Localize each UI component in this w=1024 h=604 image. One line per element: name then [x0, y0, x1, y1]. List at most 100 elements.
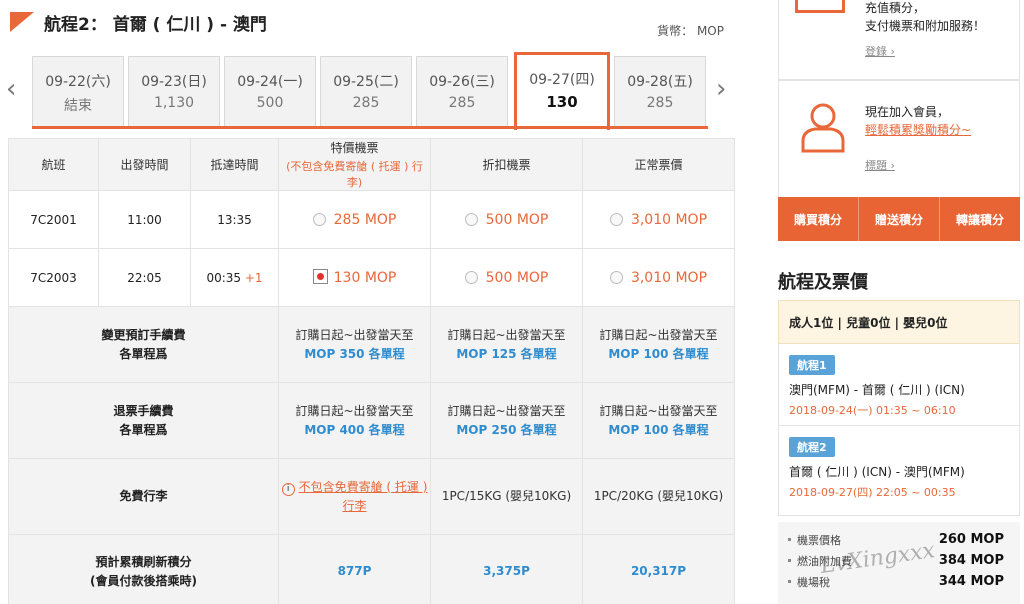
- date-underline: [32, 126, 708, 129]
- normal-fare-option[interactable]: 3,010 MOP: [582, 248, 735, 307]
- leg-time: 2018-09-24(一) 01:35 ~ 06:10: [789, 404, 956, 417]
- points-row: 預計累積刷新積分 (會員付款後搭乘時) 877P 3,375P 20,317P: [8, 534, 735, 604]
- buy-points-button[interactable]: 購買積分: [778, 197, 859, 241]
- member-title-link-label[interactable]: 標題: [865, 159, 887, 172]
- chevron-right-icon[interactable]: ›: [716, 76, 726, 102]
- refund-fee-discount: 訂購日起~出發當天至 MOP 250 各單程: [430, 382, 583, 459]
- date-selector: ‹ 09-22(六) 結束 09-23(日) 1,130 09-24(一) 50…: [0, 52, 742, 130]
- points-label-1: 預計累積刷新積分: [95, 554, 192, 569]
- date-label: 09-24(一): [237, 74, 303, 90]
- radio-button[interactable]: [609, 270, 623, 284]
- date-price: 285: [352, 95, 380, 111]
- change-fee-label: 變更預訂手續費 各單程爲: [8, 306, 279, 383]
- date-tab-0925[interactable]: 09-25(二) 285: [320, 56, 412, 128]
- passenger-count: 成人1位 | 兒童0位 | 嬰兒0位: [778, 300, 1020, 344]
- price-line: 機場稅 344 MOP: [788, 574, 1006, 595]
- date-price: 500: [256, 95, 284, 111]
- member-title-link[interactable]: 標題 ›: [865, 157, 895, 173]
- leg-route: 首爾 ( 仁川 ) (ICN) - 澳門(MFM): [789, 465, 965, 479]
- change-fee-label-1: 變更預訂手續費: [101, 327, 186, 342]
- points-label: 預計累積刷新積分 (會員付款後搭乘時): [8, 534, 279, 604]
- leg-2-summary: 航程2 首爾 ( 仁川 ) (ICN) - 澳門(MFM) 2018-09-27…: [778, 426, 1020, 516]
- gift-points-button[interactable]: 贈送積分: [859, 197, 940, 241]
- baggage-warning-text[interactable]: 不包含免費寄艙 ( 托運 ): [299, 480, 428, 494]
- fee-period: 訂購日起~出發當天至: [295, 327, 414, 342]
- leg-route: 澳門(MFM) - 首爾 ( 仁川 ) (ICN): [789, 383, 965, 397]
- points-label-2: (會員付款後搭乘時): [90, 573, 197, 588]
- date-label: 09-22(六): [45, 74, 111, 90]
- baggage-special[interactable]: i 不包含免費寄艙 ( 托運 ) 行李: [278, 458, 431, 535]
- fare-value: 130 MOP: [333, 270, 397, 286]
- fee-period: 訂購日起~出發當天至: [599, 327, 718, 342]
- leg-badge: 航程2: [789, 437, 835, 457]
- price-amount: 260 MOP: [938, 532, 1004, 547]
- date-price: 285: [646, 95, 674, 111]
- promo-line-1: 充值積分，: [865, 1, 926, 15]
- date-tab-0926[interactable]: 09-26(三) 285: [416, 56, 508, 128]
- refund-fee-row: 退票手續費 各單程爲 訂購日起~出發當天至 MOP 400 各單程 訂購日起~出…: [8, 382, 735, 459]
- login-link[interactable]: 登錄 ›: [865, 43, 895, 59]
- fee-amount: MOP 125 各單程: [456, 346, 557, 361]
- arrive-time: 13:35: [190, 190, 279, 249]
- discount-fare-option[interactable]: 500 MOP: [430, 190, 583, 249]
- member-promo-box: 現在加入會員， 輕鬆積累獎勵積分~ 標題 ›: [778, 80, 1020, 198]
- date-price: 130: [546, 93, 578, 111]
- fare-value: 3,010 MOP: [630, 211, 708, 228]
- date-tab-0924[interactable]: 09-24(一) 500: [224, 56, 316, 128]
- change-fee-label-2: 各單程爲: [119, 346, 168, 361]
- person-icon: [801, 103, 845, 153]
- fare-value: 285 MOP: [333, 211, 397, 228]
- radio-button[interactable]: [609, 212, 623, 226]
- baggage-warning-text-2[interactable]: 行李: [279, 497, 430, 516]
- col-depart: 出發時間: [98, 138, 191, 191]
- login-link-label[interactable]: 登錄: [865, 45, 887, 58]
- arrive-time: 00:35 +1: [190, 248, 279, 307]
- radio-button[interactable]: [464, 270, 478, 284]
- special-fare-option[interactable]: 130 MOP: [278, 248, 431, 307]
- normal-fare-option[interactable]: 3,010 MOP: [582, 190, 735, 249]
- baggage-discount: 1PC/15KG (嬰兒10KG): [430, 458, 583, 535]
- col-normal: 正常票價: [582, 138, 735, 191]
- points-promo-box: 充值積分， 支付機票和附加服務！ 登錄 ›: [778, 0, 1020, 80]
- fee-amount: MOP 100 各單程: [608, 346, 709, 361]
- date-tab-0922[interactable]: 09-22(六) 結束: [32, 56, 124, 128]
- sidebar: 充值積分， 支付機票和附加服務！ 登錄 › 現在加入會員， 輕鬆積累獎勵積分~ …: [778, 0, 1024, 604]
- transfer-points-button[interactable]: 轉讓積分: [940, 197, 1020, 241]
- fee-amount: MOP 250 各單程: [456, 422, 557, 437]
- special-header-label: 特價機票: [330, 141, 379, 155]
- date-tab-0923[interactable]: 09-23(日) 1,130: [128, 56, 220, 128]
- fee-period: 訂購日起~出發當天至: [447, 403, 566, 418]
- refund-fee-label-2: 各單程爲: [119, 422, 168, 437]
- flight-code: 7C2001: [8, 190, 99, 249]
- date-label: 09-27(四): [529, 72, 595, 88]
- date-label: 09-25(二): [333, 74, 399, 90]
- radio-button[interactable]: [312, 212, 326, 226]
- arrive-time-value: 13:35: [217, 212, 252, 227]
- special-fare-option[interactable]: 285 MOP: [278, 190, 431, 249]
- leg-badge: 航程1: [789, 355, 835, 375]
- refund-fee-special: 訂購日起~出發當天至 MOP 400 各單程: [278, 382, 431, 459]
- date-tab-0927-selected[interactable]: 09-27(四) 130: [514, 52, 610, 130]
- fare-value: 500 MOP: [485, 269, 549, 286]
- radio-button[interactable]: [464, 212, 478, 226]
- date-label: 09-26(三): [429, 74, 495, 90]
- points-normal: 20,317P: [582, 534, 735, 604]
- wallet-icon: [795, 0, 845, 13]
- baggage-warning-line-1[interactable]: i 不包含免費寄艙 ( 托運 ): [279, 478, 430, 497]
- fee-amount: MOP 400 各單程: [304, 422, 405, 437]
- date-price: 結束: [64, 98, 92, 114]
- depart-time: 11:00: [98, 190, 191, 249]
- leg-time: 2018-09-27(四) 22:05 ~ 00:35: [789, 486, 956, 499]
- date-tab-0928[interactable]: 09-28(五) 285: [614, 56, 706, 128]
- col-flight: 航班: [8, 138, 99, 191]
- flight-code: 7C2003: [8, 248, 99, 307]
- chevron-left-icon[interactable]: ‹: [6, 76, 16, 102]
- price-label: 機票價格: [797, 534, 841, 547]
- baggage-row: 免費行李 i 不包含免費寄艙 ( 托運 ) 行李 1PC/15KG (嬰兒10KG…: [8, 458, 735, 535]
- col-discount: 折扣機票: [430, 138, 583, 191]
- discount-fare-option[interactable]: 500 MOP: [430, 248, 583, 307]
- refund-fee-normal: 訂購日起~出發當天至 MOP 100 各單程: [582, 382, 735, 459]
- radio-button-selected[interactable]: [312, 269, 328, 284]
- itinerary-title: 航程及票價: [778, 272, 868, 293]
- points-discount: 3,375P: [430, 534, 583, 604]
